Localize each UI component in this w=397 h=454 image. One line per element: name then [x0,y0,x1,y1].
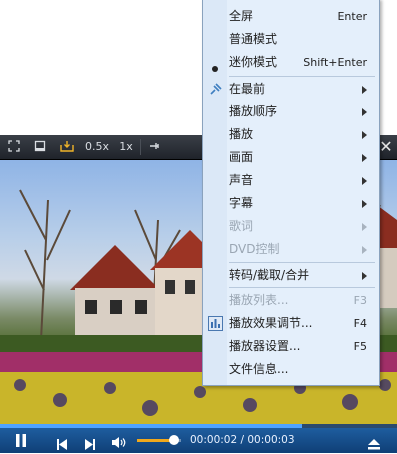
menu-item-normal-mode[interactable]: 普通模式 [203,28,379,51]
menu-item-label: 播放效果调节... [229,316,313,330]
menu-item-shortcut: F4 [353,317,367,330]
menu-item-label: 转码/截取/合并 [229,268,310,282]
menu-item-file-info[interactable]: 文件信息... [203,358,379,381]
menu-item-picture[interactable]: 画面 [203,146,379,169]
menu-item-always-on-top[interactable]: 在最前 [203,78,379,101]
menu-item-label: 声音 [229,173,254,187]
mini-mode-icon[interactable] [56,137,78,157]
menu-item-label: 播放 [229,127,254,141]
fullscreen-icon[interactable] [4,137,24,157]
menu-separator [229,262,375,263]
menu-item-lyrics: 歌词 [203,215,379,238]
menu-item-transcode[interactable]: 转码/截取/合并 [203,264,379,287]
next-icon[interactable] [84,435,96,454]
eject-icon[interactable] [368,435,380,454]
submenu-arrow-icon [362,86,367,94]
menu-item-label: 歌词 [229,219,254,233]
menu-item-shortcut: F3 [353,294,367,307]
submenu-arrow-icon [362,177,367,185]
menu-item-effects[interactable]: 播放效果调节... F4 [203,312,379,335]
submenu-arrow-icon [362,200,367,208]
volume-knob[interactable] [169,435,180,445]
submenu-arrow-icon [362,131,367,139]
submenu-arrow-icon [362,246,367,254]
menu-item-play-order[interactable]: 播放顺序 [203,100,379,123]
time-display: 00:00:02 / 00:00:03 [190,434,295,446]
context-menu: 全屏 Enter 普通模式 迷你模式 Shift+Enter 在最前 播放顺序 … [202,0,380,386]
menu-item-label: 文件信息... [229,362,289,376]
menu-separator [229,287,375,288]
menu-separator [229,76,375,77]
submenu-arrow-icon [362,154,367,162]
menu-item-label: DVD控制 [229,242,280,256]
previous-icon[interactable] [56,435,68,454]
menu-item-settings[interactable]: 播放器设置... F5 [203,335,379,358]
menu-item-sound[interactable]: 声音 [203,169,379,192]
menu-item-label: 迷你模式 [229,55,278,69]
menu-item-shortcut: F5 [353,340,367,353]
menu-item-shortcut: Enter [337,10,367,23]
volume-slider[interactable] [137,435,181,445]
menu-item-shortcut: Shift+Enter [303,56,367,69]
menu-item-label: 字幕 [229,196,254,210]
menu-item-mini-mode[interactable]: 迷你模式 Shift+Enter [203,51,379,74]
menu-item-label: 在最前 [229,82,266,96]
window-mode-icon[interactable] [30,137,50,157]
toolbar-divider [140,139,141,155]
speed-half-button[interactable]: 0.5x [84,137,110,157]
submenu-arrow-icon [362,108,367,116]
submenu-arrow-icon [362,272,367,280]
menu-item-label: 全屏 [229,9,254,23]
menu-item-label: 画面 [229,150,254,164]
menu-item-playlist: 播放列表... F3 [203,289,379,312]
speed-normal-button[interactable]: 1x [115,137,137,157]
control-bar: 00:00:02 / 00:00:03 [0,428,397,453]
menu-item-subtitles[interactable]: 字幕 [203,192,379,215]
pin-icon[interactable] [145,137,165,157]
pause-icon[interactable] [14,433,28,452]
volume-icon[interactable] [111,434,127,453]
menu-item-label: 播放列表... [229,293,289,307]
submenu-arrow-icon [362,223,367,231]
menu-item-play[interactable]: 播放 [203,123,379,146]
menu-item-label: 播放顺序 [229,104,278,118]
menu-item-fullscreen[interactable]: 全屏 Enter [203,5,379,28]
menu-item-label: 播放器设置... [229,339,301,353]
menu-item-dvd-control: DVD控制 [203,238,379,261]
menu-item-label: 普通模式 [229,32,278,46]
